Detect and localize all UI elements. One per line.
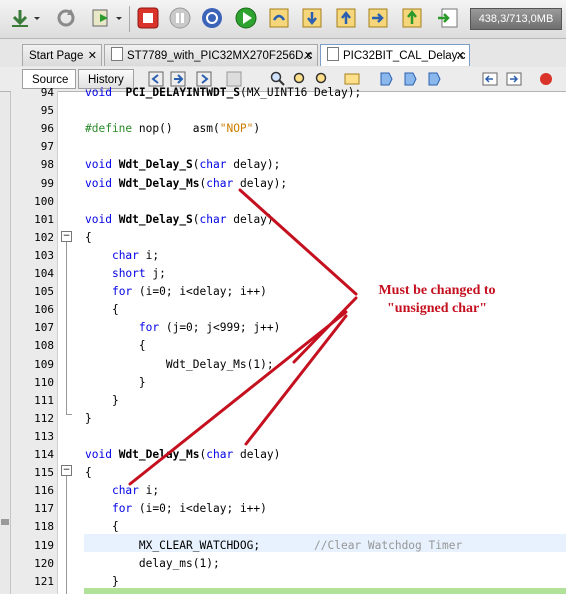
annotation-line-2: "unsigned char" [387, 301, 487, 316]
annotation-arrow [238, 188, 358, 296]
annotation-arrow [128, 310, 348, 486]
annotation-line-1: Must be changed to [378, 283, 496, 298]
annotation-text: Must be changed to "unsigned char" [362, 282, 512, 318]
